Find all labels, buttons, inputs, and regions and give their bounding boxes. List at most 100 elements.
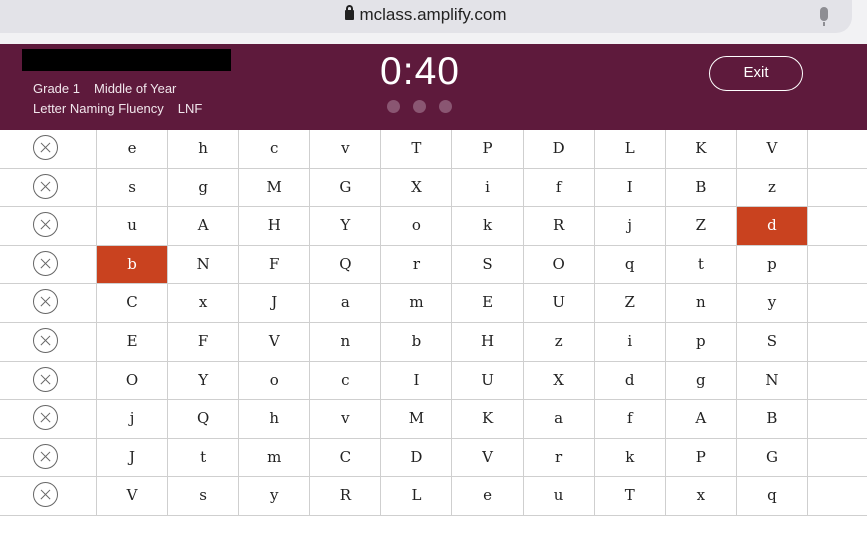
letter-cell[interactable]: M	[381, 400, 453, 438]
letter-cell[interactable]: t	[666, 245, 737, 284]
letter-cell[interactable]: f	[595, 400, 666, 438]
microphone-icon[interactable]	[820, 7, 828, 26]
close-circle-icon[interactable]	[33, 250, 58, 276]
letter-cell[interactable]: d	[595, 361, 666, 400]
letter-cell[interactable]: D	[524, 130, 595, 168]
letter-cell[interactable]: V	[239, 322, 311, 361]
letter-cell[interactable]: T	[381, 130, 453, 168]
letter-cell[interactable]: m	[239, 438, 311, 477]
letter-cell[interactable]: S	[737, 322, 808, 361]
letter-cell[interactable]: B	[737, 400, 808, 438]
letter-cell[interactable]: q	[595, 245, 666, 284]
letter-cell[interactable]: F	[168, 322, 240, 361]
letter-cell[interactable]: q	[737, 477, 808, 515]
close-circle-icon[interactable]	[33, 443, 58, 469]
exit-button[interactable]: Exit	[709, 56, 803, 91]
letter-cell[interactable]: h	[168, 130, 240, 168]
letter-cell[interactable]: N	[737, 361, 808, 400]
close-circle-icon[interactable]	[33, 212, 58, 238]
close-circle-icon[interactable]	[33, 173, 58, 199]
letter-cell[interactable]: C	[97, 284, 169, 322]
letter-cell[interactable]: E	[453, 284, 524, 322]
letter-cell[interactable]: S	[453, 245, 524, 284]
letter-cell[interactable]: b	[381, 322, 453, 361]
letter-cell[interactable]: Y	[310, 207, 382, 245]
letter-cell[interactable]: G	[737, 438, 808, 477]
letter-cell[interactable]: Z	[595, 284, 666, 322]
letter-cell[interactable]: a	[310, 284, 382, 322]
letter-cell[interactable]: Z	[666, 207, 737, 245]
letter-cell[interactable]: r	[524, 438, 595, 477]
letter-cell[interactable]: U	[524, 284, 595, 322]
letter-cell[interactable]: e	[97, 130, 169, 168]
letter-cell[interactable]: s	[168, 477, 240, 515]
letter-cell[interactable]: D	[381, 438, 453, 477]
letter-cell[interactable]: v	[310, 400, 382, 438]
letter-cell[interactable]: Q	[310, 245, 382, 284]
letter-cell[interactable]: p	[666, 322, 737, 361]
letter-cell[interactable]: d	[736, 207, 808, 245]
letter-cell[interactable]: i	[453, 168, 524, 207]
letter-cell[interactable]: u	[97, 207, 169, 245]
close-circle-icon[interactable]	[33, 366, 58, 392]
close-circle-icon[interactable]	[33, 327, 58, 353]
letter-cell[interactable]: X	[381, 168, 453, 207]
letter-cell[interactable]: c	[239, 130, 311, 168]
letter-cell[interactable]: L	[595, 130, 666, 168]
letter-cell[interactable]: j	[595, 207, 666, 245]
letter-cell[interactable]: J	[239, 284, 311, 322]
letter-cell[interactable]: x	[666, 477, 737, 515]
letter-cell[interactable]: P	[453, 130, 524, 168]
letter-cell[interactable]: o	[381, 207, 453, 245]
letter-cell[interactable]: I	[381, 361, 453, 400]
letter-cell[interactable]: G	[310, 168, 382, 207]
letter-cell[interactable]: y	[737, 284, 808, 322]
letter-cell[interactable]: M	[239, 168, 311, 207]
letter-cell[interactable]: u	[524, 477, 595, 515]
close-circle-icon[interactable]	[33, 289, 58, 315]
letter-cell[interactable]: i	[595, 322, 666, 361]
close-circle-icon[interactable]	[33, 135, 58, 160]
letter-cell[interactable]: h	[239, 400, 311, 438]
close-circle-icon[interactable]	[33, 405, 58, 431]
letter-cell[interactable]: O	[97, 361, 169, 400]
letter-cell[interactable]: p	[737, 245, 808, 284]
letter-cell[interactable]: s	[97, 168, 169, 207]
letter-cell[interactable]: F	[239, 245, 311, 284]
letter-cell[interactable]: a	[524, 400, 595, 438]
letter-cell[interactable]: U	[453, 361, 524, 400]
letter-cell[interactable]: R	[310, 477, 382, 515]
letter-cell[interactable]: Y	[168, 361, 240, 400]
letter-cell[interactable]: T	[595, 477, 666, 515]
letter-cell[interactable]: L	[381, 477, 453, 515]
letter-cell[interactable]: n	[666, 284, 737, 322]
letter-cell[interactable]: C	[310, 438, 382, 477]
letter-cell[interactable]: b	[97, 245, 169, 284]
url-field[interactable]: mclass.amplify.com	[0, 0, 852, 33]
letter-cell[interactable]: k	[595, 438, 666, 477]
letter-cell[interactable]: z	[737, 168, 808, 207]
letter-cell[interactable]: E	[97, 322, 169, 361]
letter-cell[interactable]: g	[168, 168, 240, 207]
letter-cell[interactable]: n	[310, 322, 382, 361]
letter-cell[interactable]: N	[168, 245, 240, 284]
letter-cell[interactable]: e	[453, 477, 524, 515]
letter-cell[interactable]: V	[97, 477, 169, 515]
letter-cell[interactable]: m	[381, 284, 453, 322]
letter-cell[interactable]: z	[524, 322, 595, 361]
letter-cell[interactable]: f	[524, 168, 595, 207]
letter-cell[interactable]: o	[239, 361, 311, 400]
letter-cell[interactable]: t	[168, 438, 240, 477]
close-circle-icon[interactable]	[33, 482, 58, 508]
letter-cell[interactable]: j	[97, 400, 169, 438]
letter-cell[interactable]: V	[453, 438, 524, 477]
letter-cell[interactable]: R	[524, 207, 595, 245]
letter-cell[interactable]: r	[381, 245, 453, 284]
letter-cell[interactable]: x	[168, 284, 240, 322]
letter-cell[interactable]: K	[666, 130, 737, 168]
letter-cell[interactable]: g	[666, 361, 737, 400]
letter-cell[interactable]: A	[168, 207, 240, 245]
letter-cell[interactable]: J	[97, 438, 169, 477]
letter-cell[interactable]: V	[737, 130, 808, 168]
letter-cell[interactable]: k	[453, 207, 524, 245]
